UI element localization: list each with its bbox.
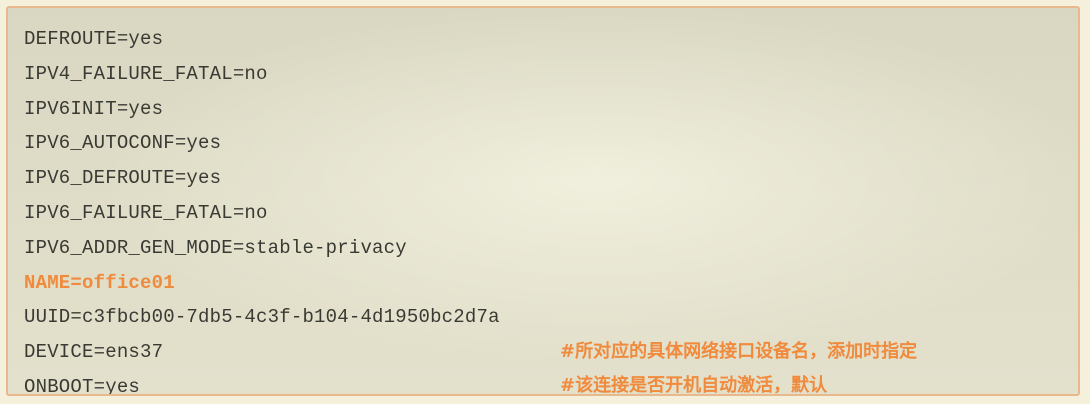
config-line-defroute: DEFROUTE=yes [24, 28, 164, 50]
onboot-comment: #该连接是否开机自动激活，默认 [560, 375, 828, 396]
config-line-uuid: UUID=c3fbcb00-7db5-4c3f-b104-4d1950bc2d7… [24, 306, 500, 329]
config-line-onboot: ONBOOT=yes [24, 375, 141, 396]
config-line-name: NAME=office01 [24, 271, 175, 294]
config-line-device: DEVICE=ens37 [24, 341, 164, 364]
device-comment: #所对应的具体网络接口设备名，添加时指定 [560, 341, 918, 362]
config-lines: DEFROUTE=yes IPV4_FAILURE_FATAL=no IPV6I… [24, 22, 500, 396]
config-line-ipv6-failure-fatal: IPV6_FAILURE_FATAL=no [24, 201, 268, 224]
config-line-ipv6-defroute: IPV6_DEFROUTE=yes [24, 167, 222, 190]
config-line-ipv6-addr-gen-mode: IPV6_ADDR_GEN_MODE=stable-privacy [24, 236, 407, 259]
config-line-ipv6init: IPV6INIT=yes [24, 97, 164, 120]
config-file-panel: DEFROUTE=yes IPV4_FAILURE_FATAL=no IPV6I… [6, 6, 1080, 396]
config-line-ipv6-autoconf: IPV6_AUTOCONF=yes [24, 132, 222, 155]
config-line-ipv4-failure-fatal: IPV4_FAILURE_FATAL=no [24, 62, 268, 85]
